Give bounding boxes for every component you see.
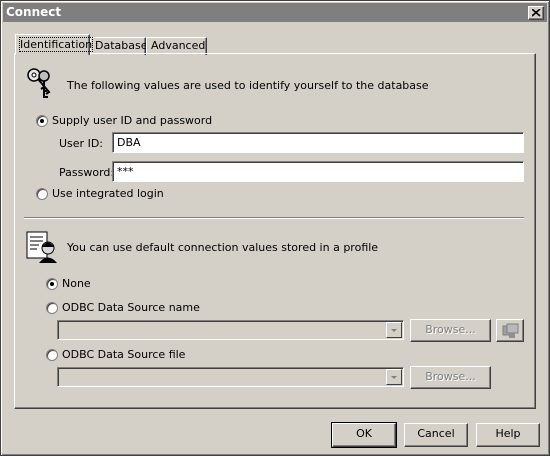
supply-credentials-radio[interactable] [36,115,48,127]
odbc-file-select[interactable] [57,367,404,387]
close-button[interactable] [528,6,544,20]
file-browse-button[interactable]: Browse... [410,366,491,389]
user-id-label: User ID: [59,137,103,150]
identification-intro: The following values are used to identif… [67,79,429,92]
odbc-admin-icon [502,323,519,338]
supply-credentials-label[interactable]: Supply user ID and password [52,114,212,127]
tab-panel-identification: The following values are used to identif… [14,53,536,409]
chevron-down-icon[interactable] [386,369,402,385]
tab-identification[interactable]: Identification [15,34,94,55]
cancel-button[interactable]: Cancel [404,423,468,447]
title-bar[interactable]: Connect [3,3,547,22]
odbc-dsn-radio[interactable] [46,302,58,314]
odbc-file-label[interactable]: ODBC Data Source file [62,348,185,361]
odbc-dsn-label[interactable]: ODBC Data Source name [62,301,200,314]
user-id-field[interactable]: DBA [112,132,524,153]
chevron-down-icon[interactable] [386,322,402,338]
profile-none-radio[interactable] [46,278,58,290]
dsn-browse-button[interactable]: Browse... [410,319,491,342]
profile-icon [26,231,57,263]
keys-icon [27,68,51,98]
connect-dialog: Connect Identification Database Advanced… [0,0,550,456]
ok-button[interactable]: OK [331,422,397,448]
odbc-file-radio[interactable] [46,349,58,361]
odbc-admin-button[interactable] [496,319,524,342]
profile-intro: You can use default connection values st… [67,241,379,254]
password-label: Password: [59,166,115,179]
odbc-dsn-select[interactable] [57,320,404,340]
help-button[interactable]: Help [476,423,540,447]
window-title: Connect [6,5,62,19]
password-field[interactable]: *** [112,161,524,182]
integrated-login-radio[interactable] [36,188,48,200]
profile-none-label[interactable]: None [62,277,91,290]
section-divider [24,217,524,219]
integrated-login-label[interactable]: Use integrated login [52,187,164,200]
close-icon [532,9,541,17]
